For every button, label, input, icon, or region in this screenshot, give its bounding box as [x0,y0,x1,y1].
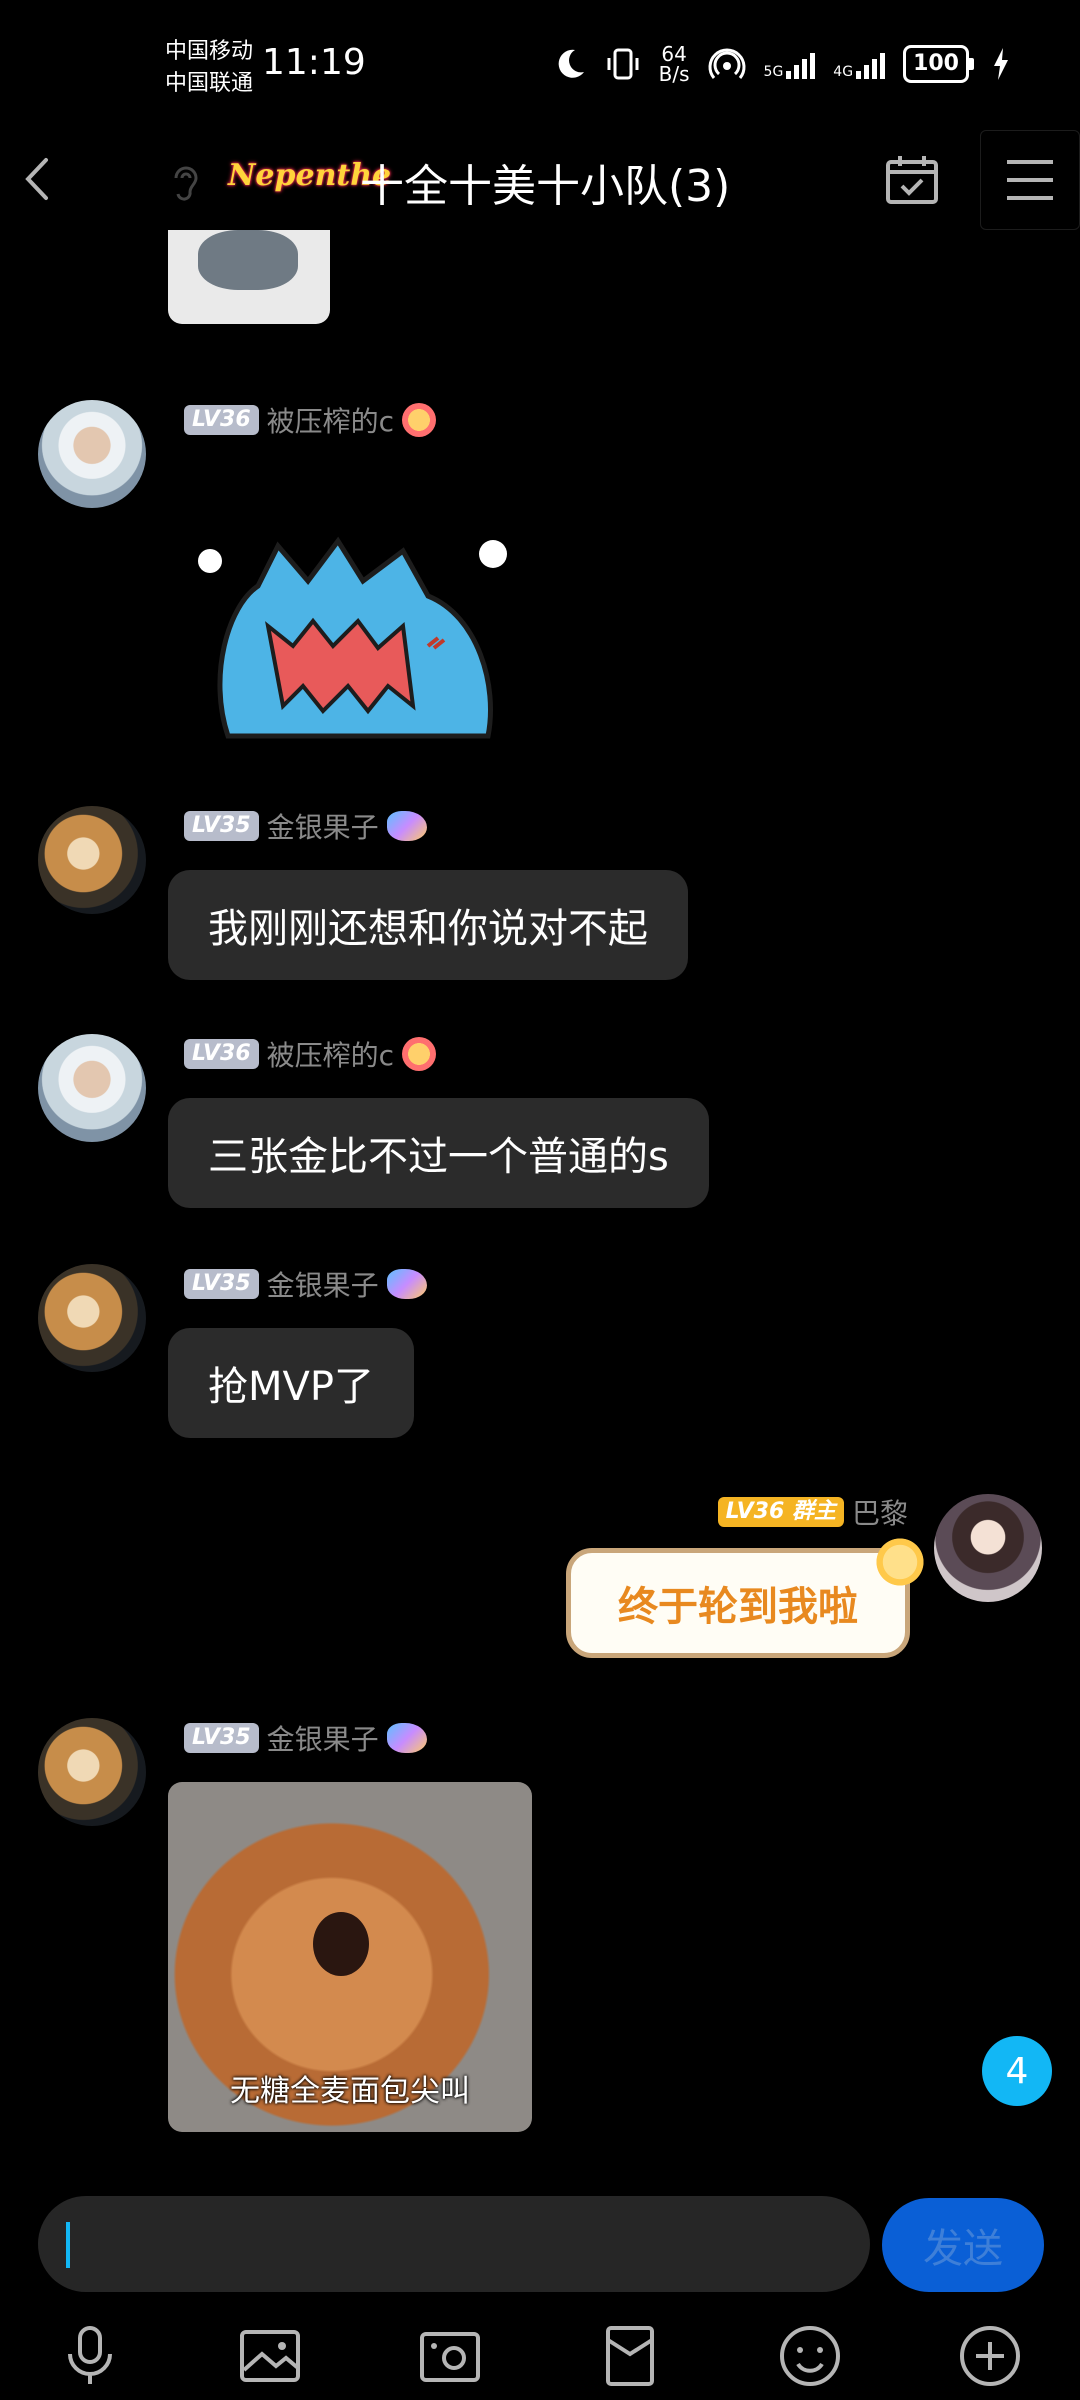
dragon-emoji-icon [386,811,427,841]
dragon-emoji-icon [386,1723,427,1753]
sender-info: LV36 群主 巴黎 [717,1492,908,1532]
level-badge: LV36 群主 [717,1497,844,1527]
back-arrow-icon[interactable] [14,154,64,204]
image-icon[interactable] [234,2320,306,2392]
avatar[interactable] [38,806,146,914]
signal-2-type: 4G [833,64,854,80]
shark-sticker[interactable] [188,526,538,746]
menu-button[interactable] [980,130,1080,230]
clock: 11:19 [262,42,366,83]
sender-name[interactable]: 巴黎 [852,1492,908,1532]
carrier-2: 中国联通 [165,71,254,96]
text-caret [66,2222,70,2268]
moon-icon [558,49,584,78]
sun-decoration-icon [870,1532,930,1592]
level-badge: LV36 [184,1039,259,1069]
carrier-labels: 中国移动 中国联通 [165,36,253,100]
sender-name[interactable]: 金银果子 [267,806,379,846]
hamburger-icon [1007,160,1053,200]
image-caption: 无糖全麦面包尖叫 [230,2074,470,2109]
message-bubble[interactable]: 我刚刚还想和你说对不起 [168,870,688,980]
send-button[interactable]: 发送 [882,2198,1044,2292]
ear-icon[interactable] [166,160,206,204]
sender-name[interactable]: 金银果子 [267,1264,379,1304]
message-bubble[interactable]: 三张金比不过一个普通的s [168,1098,709,1208]
signal-bars-icon [856,49,886,79]
microphone-icon[interactable] [54,2320,126,2392]
flower-emoji-icon [402,403,437,437]
message-input[interactable] [38,2196,870,2292]
chat-header: Nepenthe 十全十美十小队(3) [0,130,1080,230]
level-badge: LV36 [184,405,259,435]
unread-count-badge[interactable]: 4 [982,2036,1052,2106]
vibrate-icon [607,48,639,80]
sender-name[interactable]: 被压榨的c [267,1034,394,1074]
camera-icon[interactable] [414,2320,486,2392]
sender-info: LV36 被压榨的c [184,400,437,440]
signal-2: 4G [833,49,886,80]
level-badge: LV35 [184,1269,259,1299]
sender-info: LV35 金银果子 [184,1264,427,1304]
net-speed: 64 B/s [659,44,690,84]
avatar[interactable] [38,400,146,508]
carrier-1: 中国移动 [165,39,254,64]
level-badge: LV35 [184,1723,259,1753]
level-badge: LV35 [184,811,259,841]
avatar[interactable] [38,1034,146,1142]
status-bar: 中国移动 中国联通 11:19 64 B/s 5G 4G 100 [0,0,1080,130]
chat-title[interactable]: 十全十美十小队(3) [360,150,730,214]
message-bubble[interactable]: 抢MVP了 [168,1328,414,1438]
avatar[interactable] [38,1718,146,1826]
avatar[interactable] [38,1264,146,1372]
sender-info: LV35 金银果子 [184,1718,427,1758]
message-list[interactable]: LV36 被压榨的c LV35 金银果子 我刚刚还想和你说对不起 LV36 被压… [0,230,1080,2190]
level-text: LV36 [725,1499,785,1524]
hotspot-icon [708,48,745,79]
dragon-emoji-icon [386,1269,427,1299]
image-message-partial[interactable] [168,230,330,324]
sender-name[interactable]: 被压榨的c [267,400,394,440]
styled-message-bubble[interactable]: 终于轮到我啦 [566,1548,910,1658]
status-icons: 64 B/s 5G 4G 100 [553,44,1010,84]
battery-level: 100 [903,45,969,83]
net-speed-value: 64 [661,42,687,66]
sender-name[interactable]: 金银果子 [267,1718,379,1758]
battery-icon: 100 [903,45,974,83]
calendar-check-icon[interactable] [884,152,940,208]
red-packet-icon[interactable] [594,2320,666,2392]
charging-icon [994,48,1008,80]
sender-info: LV36 被压榨的c [184,1034,437,1074]
emoji-icon[interactable] [774,2320,846,2392]
signal-1: 5G [764,49,816,79]
owner-role: 群主 [791,1499,836,1524]
signal-bars-icon [786,49,816,79]
flower-emoji-icon [402,1037,437,1071]
signal-1-type: 5G [763,64,784,80]
avatar[interactable] [934,1494,1042,1602]
plus-icon[interactable] [954,2320,1026,2392]
net-speed-unit: B/s [658,62,690,86]
cat-image-message[interactable]: 无糖全麦面包尖叫 [168,1782,532,2132]
sender-info: LV35 金银果子 [184,806,427,846]
input-toolbar [0,2310,1080,2400]
